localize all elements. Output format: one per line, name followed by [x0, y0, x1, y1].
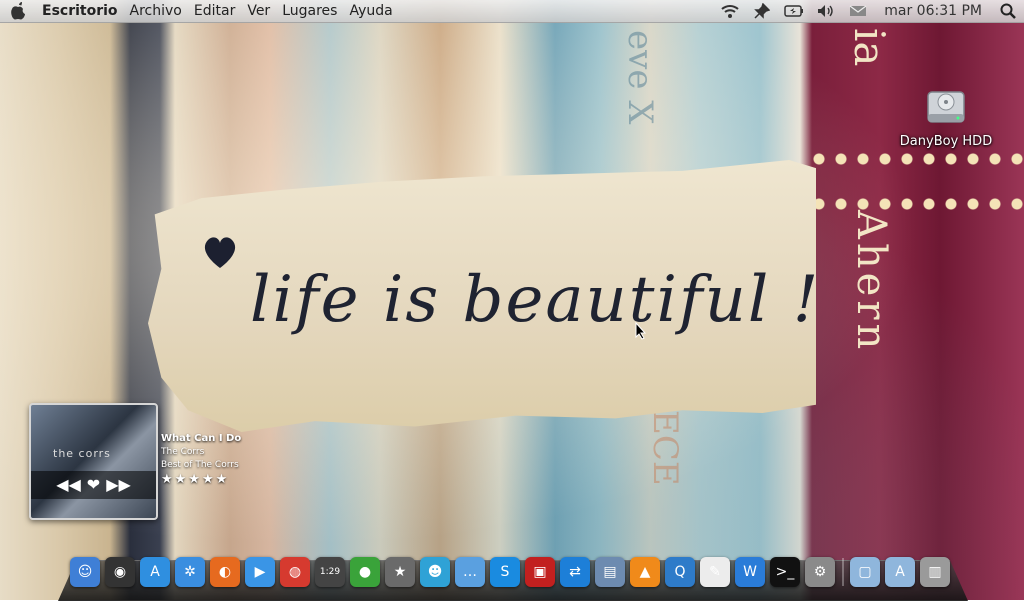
facetime-icon[interactable]: ▶ — [245, 557, 275, 587]
firefox-icon[interactable]: ◐ — [210, 557, 240, 587]
track-info: What Can I Do The Corrs Best of The Corr… — [161, 433, 251, 487]
love-button[interactable]: ❤ — [87, 471, 100, 499]
textedit-icon[interactable]: ✎ — [700, 557, 730, 587]
photobooth-icon[interactable]: ▣ — [525, 557, 555, 587]
playback-controls: ◀◀ ❤ ▶▶ — [31, 471, 156, 499]
vlc-icon[interactable]: ▲ — [630, 557, 660, 587]
book-dot-pattern — [808, 150, 1024, 168]
appstore-icon[interactable]: A — [140, 557, 170, 587]
mail-icon[interactable] — [842, 0, 874, 22]
ichat-icon[interactable]: … — [455, 557, 485, 587]
quicktime-icon[interactable]: Q — [665, 557, 695, 587]
music-widget: the corrs ◀◀ ❤ ▶▶ What Can I Do The Corr… — [29, 403, 243, 520]
next-track-button[interactable]: ▶▶ — [106, 471, 131, 499]
safari-icon[interactable]: ✲ — [175, 557, 205, 587]
menubar-status-area: mar 06:31 PM — [714, 0, 1024, 22]
search-icon[interactable] — [992, 0, 1024, 22]
pin-icon[interactable] — [746, 0, 778, 22]
heart-icon — [204, 237, 236, 268]
imovie-icon[interactable]: ★ — [385, 557, 415, 587]
track-artist: The Corrs — [161, 447, 205, 457]
dock: ☺ ◉ A ✲ ◐ ▶ ◍ 1:29 ● ★ ☻… S ▣ ⇄ ▤ ▲ Q ✎ W >_ ⚙ ▢ A ▥ — [70, 553, 960, 591]
top-menubar: Escritorio Archivo Editar Ver Lugares Ay… — [0, 0, 1024, 23]
book-spine-text: ia — [845, 28, 894, 67]
menu-lugares[interactable]: Lugares — [276, 0, 343, 22]
applications-folder-icon[interactable]: A — [885, 557, 915, 587]
track-album: Best of The Corrs — [161, 460, 239, 470]
adium-icon[interactable]: ● — [350, 557, 380, 587]
skype-icon[interactable]: S — [490, 557, 520, 587]
hdd-label: DanyBoy HDD — [899, 134, 993, 149]
hard-drive-icon[interactable] — [924, 84, 968, 128]
wallpaper-handwritten-text: life is beautiful ! — [250, 263, 821, 337]
wifi-icon[interactable] — [714, 0, 746, 22]
apple-menu-icon[interactable] — [0, 0, 36, 22]
menu-ayuda[interactable]: Ayuda — [343, 0, 398, 22]
preview-icon[interactable]: ▤ — [595, 557, 625, 587]
wunderlist-icon[interactable]: W — [735, 557, 765, 587]
book-spine-text: ECE — [645, 410, 685, 486]
dashboard-icon[interactable]: ◉ — [105, 557, 135, 587]
chrome-icon[interactable]: ◍ — [280, 557, 310, 587]
mouse-pointer-icon — [635, 322, 647, 340]
finder-icon[interactable]: ☺ — [70, 557, 100, 587]
app-name-menu[interactable]: Escritorio — [36, 0, 124, 22]
messenger-icon[interactable]: ☻ — [420, 557, 450, 587]
rating-stars[interactable]: ★★★★★ — [161, 472, 251, 487]
track-title: What Can I Do — [161, 433, 242, 444]
menu-ver[interactable]: Ver — [241, 0, 276, 22]
book-spine-text: Ahern — [848, 210, 894, 354]
volume-icon[interactable] — [810, 0, 842, 22]
menu-editar[interactable]: Editar — [188, 0, 241, 22]
desktop-hdd-item[interactable]: DanyBoy HDD — [896, 84, 996, 149]
album-cover-text: the corrs — [53, 447, 111, 460]
calculator-icon[interactable]: 1:29 — [315, 557, 345, 587]
previous-track-button[interactable]: ◀◀ — [56, 471, 81, 499]
battery-icon[interactable] — [778, 0, 810, 22]
terminal-icon[interactable]: >_ — [770, 557, 800, 587]
trash-icon[interactable]: ▥ — [920, 557, 950, 587]
clock[interactable]: mar 06:31 PM — [874, 3, 992, 19]
dock-separator — [842, 558, 844, 586]
teamviewer-icon[interactable]: ⇄ — [560, 557, 590, 587]
system-preferences-icon[interactable]: ⚙ — [805, 557, 835, 587]
album-cover[interactable]: the corrs ◀◀ ❤ ▶▶ — [29, 403, 158, 520]
book-spine-text: eve X — [620, 30, 660, 125]
documents-folder-icon[interactable]: ▢ — [850, 557, 880, 587]
book-dot-pattern — [808, 195, 1024, 213]
menu-archivo[interactable]: Archivo — [124, 0, 188, 22]
